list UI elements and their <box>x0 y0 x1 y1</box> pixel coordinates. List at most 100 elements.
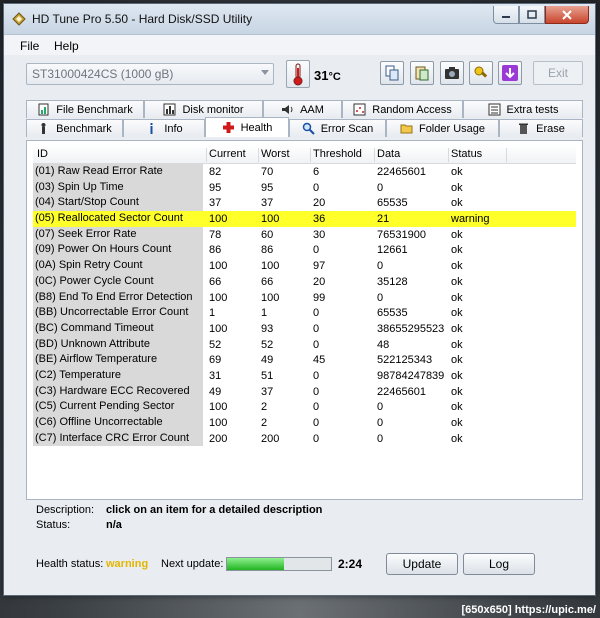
cell-data: 48 <box>377 338 390 351</box>
health-panel: ID Current Worst Threshold Data Status (… <box>26 140 583 500</box>
app-window: HD Tune Pro 5.50 - Hard Disk/SSD Utility… <box>3 3 596 596</box>
table-row[interactable]: (C7) Interface CRC Error Count 200 200 0 0 ok <box>33 430 576 447</box>
smart-table-body: (01) Raw Read Error Rate 82 70 6 22465601 ok(… <box>33 164 576 447</box>
col-threshold[interactable]: Threshold <box>313 148 375 162</box>
copy-text-button[interactable] <box>380 61 404 85</box>
options-button[interactable] <box>469 61 493 85</box>
cell-current: 66 <box>209 275 222 288</box>
screenshot-button[interactable] <box>440 61 464 85</box>
smart-table-header: ID Current Worst Threshold Data Status <box>33 145 576 164</box>
cell-current: 49 <box>209 385 222 398</box>
temperature-value: 31 <box>314 68 329 83</box>
cell-current: 200 <box>209 432 228 445</box>
drive-select[interactable]: ST31000424CS (1000 gB) <box>26 63 274 85</box>
table-row[interactable]: (09) Power On Hours Count 86 86 0 12661 ok <box>33 242 576 259</box>
chevron-down-icon <box>261 70 269 75</box>
tab-erase[interactable]: Erase <box>499 119 583 137</box>
exit-button[interactable]: Exit <box>533 61 583 85</box>
menu-help[interactable]: Help <box>54 39 79 53</box>
cell-status: ok <box>451 197 463 210</box>
health-cross-icon <box>222 122 234 133</box>
tab-aam[interactable]: AAM <box>263 100 342 118</box>
cell-status: ok <box>451 432 463 445</box>
status-label: Status: <box>36 519 71 531</box>
table-row[interactable]: (03) Spin Up Time 95 95 0 0 ok <box>33 179 576 196</box>
close-icon <box>562 9 572 20</box>
tab-info[interactable]: Info <box>123 119 205 137</box>
tab-folder-usage[interactable]: Folder Usage <box>386 119 499 137</box>
window-controls <box>493 6 589 26</box>
maximize-button[interactable] <box>519 6 545 24</box>
table-row[interactable]: (C2) Temperature 31 51 0 98784247839 ok <box>33 367 576 384</box>
cell-threshold: 0 <box>313 322 320 335</box>
cell-current: 95 <box>209 181 222 194</box>
table-row[interactable]: (C3) Hardware ECC Recovered 49 37 0 22465601… <box>33 383 576 400</box>
tab-extra-tests[interactable]: Extra tests <box>463 100 583 118</box>
tab-health[interactable]: Health <box>205 117 289 137</box>
table-row[interactable]: (BB) Uncorrectable Error Count 1 1 0 65535 ok <box>33 305 576 321</box>
table-row[interactable]: (B8) End To End Error Detection 100 100 99 0… <box>33 289 576 306</box>
tab-label: Error Scan <box>320 122 374 135</box>
cell-threshold: 0 <box>313 244 320 257</box>
extra-tests-icon <box>488 103 501 116</box>
cell-status: warning <box>451 213 490 226</box>
tab-label: Random Access <box>372 103 452 116</box>
tab-benchmark[interactable]: Benchmark <box>26 119 123 137</box>
cell-id: (C6) Offline Uncorrectable <box>33 415 203 431</box>
table-row[interactable]: (0A) Spin Retry Count 100 100 97 0 ok <box>33 258 576 274</box>
title-bar[interactable]: HD Tune Pro 5.50 - Hard Disk/SSD Utility <box>4 4 595 35</box>
cell-data: 0 <box>377 291 384 304</box>
minimize-icon <box>502 15 510 18</box>
description-label: Description: <box>36 504 95 516</box>
tab-error-scan[interactable]: Error Scan <box>289 119 386 137</box>
cell-worst: 66 <box>261 275 274 288</box>
thermometer-button[interactable] <box>286 60 310 88</box>
tab-file-benchmark[interactable]: File Benchmark <box>26 100 144 118</box>
cell-current: 1 <box>209 307 216 320</box>
download-button[interactable] <box>498 61 522 85</box>
col-status[interactable]: Status <box>451 148 507 162</box>
menu-file[interactable]: File <box>20 39 39 53</box>
tab-random-access[interactable]: Random Access <box>342 100 463 118</box>
table-row[interactable]: (05) Reallocated Sector Count 100 100 36 21 w… <box>33 211 576 227</box>
cell-worst: 1 <box>261 307 268 320</box>
cell-data: 522125343 <box>377 354 433 367</box>
cell-status: ok <box>451 322 463 335</box>
next-update-label: Next update: <box>161 558 224 570</box>
copy-screenshot-button[interactable] <box>410 61 434 85</box>
cell-worst: 2 <box>261 417 268 429</box>
col-current[interactable]: Current <box>209 148 259 162</box>
speaker-icon <box>282 105 293 114</box>
tabs-top-row: File Benchmark Disk monitor AAM Random A… <box>26 100 583 118</box>
col-id[interactable]: ID <box>37 148 207 162</box>
cell-data: 65535 <box>377 197 408 210</box>
tab-disk-monitor[interactable]: Disk monitor <box>144 100 263 118</box>
table-row[interactable]: (BC) Command Timeout 100 93 0 38655295523 ok <box>33 320 576 337</box>
cell-id: (C2) Temperature <box>33 367 203 384</box>
tab-label: AAM <box>300 103 324 116</box>
col-data[interactable]: Data <box>377 148 449 162</box>
cell-status: ok <box>451 417 463 429</box>
col-worst[interactable]: Worst <box>261 148 311 162</box>
table-row[interactable]: (C6) Offline Uncorrectable 100 2 0 0 ok <box>33 415 576 431</box>
log-button[interactable]: Log <box>463 553 535 575</box>
table-row[interactable]: (0C) Power Cycle Count 66 66 20 35128 ok <box>33 273 576 290</box>
footer-bar: Health status: warning Next update: 2:24… <box>26 549 583 579</box>
cell-status: ok <box>451 228 463 241</box>
table-row[interactable]: (07) Seek Error Rate 78 60 30 76531900 ok <box>33 226 576 243</box>
info-icon <box>150 123 153 134</box>
cell-data: 12661 <box>377 244 408 257</box>
table-row[interactable]: (BD) Unknown Attribute 52 52 0 48 ok <box>33 336 576 353</box>
table-row[interactable]: (01) Raw Read Error Rate 82 70 6 22465601 ok <box>33 164 576 180</box>
cell-worst: 100 <box>261 213 280 226</box>
table-row[interactable]: (BE) Airflow Temperature 69 49 45 522125343 o… <box>33 352 576 368</box>
trash-icon <box>519 123 529 134</box>
table-row[interactable]: (C5) Current Pending Sector 100 2 0 0 ok <box>33 399 576 415</box>
table-row[interactable]: (04) Start/Stop Count 37 37 20 65535 ok <box>33 195 576 212</box>
close-button[interactable] <box>545 6 589 24</box>
cell-id: (0C) Power Cycle Count <box>33 273 203 290</box>
cell-current: 86 <box>209 244 222 257</box>
cell-data: 76531900 <box>377 228 426 241</box>
update-button[interactable]: Update <box>386 553 458 575</box>
minimize-button[interactable] <box>493 6 519 24</box>
